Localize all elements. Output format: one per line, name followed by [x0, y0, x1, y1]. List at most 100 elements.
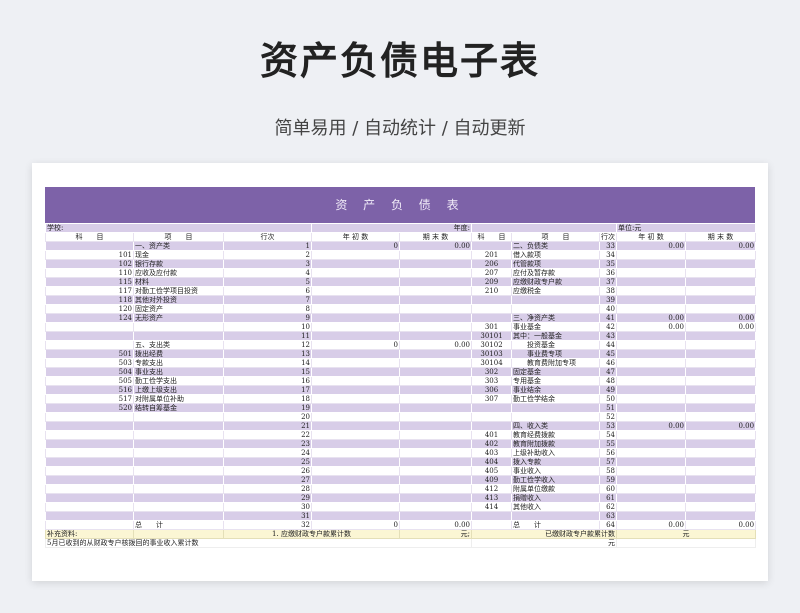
table-cell[interactable] — [471, 412, 513, 422]
table-cell[interactable] — [133, 511, 224, 521]
table-cell[interactable] — [616, 448, 687, 458]
table-cell[interactable] — [685, 448, 757, 458]
table-cell[interactable] — [616, 250, 687, 260]
table-cell[interactable]: 403 — [471, 448, 513, 458]
table-cell[interactable] — [511, 295, 601, 305]
table-cell[interactable] — [45, 475, 134, 485]
table-cell[interactable]: 事业基金 — [511, 322, 601, 332]
table-cell[interactable]: 402 — [471, 439, 513, 449]
table-cell[interactable]: 201 — [471, 250, 513, 260]
table-cell[interactable] — [45, 502, 134, 512]
table-cell[interactable]: 勤工俭学结余 — [511, 394, 601, 404]
table-cell[interactable]: 209 — [471, 277, 513, 287]
table-cell[interactable] — [616, 475, 687, 485]
table-cell[interactable] — [133, 448, 224, 458]
table-cell[interactable]: 捐赠收入 — [511, 493, 601, 503]
table-cell[interactable]: 14 — [223, 358, 312, 368]
table-cell[interactable] — [398, 421, 473, 431]
table-cell[interactable]: 26 — [223, 466, 312, 476]
table-cell[interactable] — [311, 421, 400, 431]
table-cell[interactable] — [685, 394, 757, 404]
table-cell[interactable] — [45, 322, 134, 332]
table-cell[interactable]: 0.00 — [616, 421, 687, 431]
table-cell[interactable]: 23 — [223, 439, 312, 449]
table-cell[interactable] — [133, 484, 224, 494]
table-cell[interactable]: 无形资产 — [133, 313, 224, 323]
table-cell[interactable] — [311, 313, 400, 323]
table-cell[interactable]: 事业收入 — [511, 466, 601, 476]
table-cell[interactable]: 210 — [471, 286, 513, 296]
table-cell[interactable] — [398, 250, 473, 260]
table-cell[interactable]: 37 — [599, 277, 618, 287]
table-cell[interactable]: 事业费专项 — [511, 349, 601, 359]
table-cell[interactable]: 501 — [45, 349, 134, 359]
table-cell[interactable]: 勤工俭学收入 — [511, 475, 601, 485]
table-cell[interactable]: 46 — [599, 358, 618, 368]
table-cell[interactable]: 49 — [599, 385, 618, 395]
table-cell[interactable] — [685, 430, 757, 440]
table-cell[interactable]: 30101 — [471, 331, 513, 341]
table-cell[interactable] — [616, 286, 687, 296]
table-cell[interactable]: 51 — [599, 403, 618, 413]
table-cell[interactable] — [616, 511, 687, 521]
table-cell[interactable]: 结转自筹基金 — [133, 403, 224, 413]
table-cell[interactable] — [398, 475, 473, 485]
table-cell[interactable] — [311, 286, 400, 296]
table-cell[interactable] — [398, 322, 473, 332]
table-cell[interactable] — [311, 367, 400, 377]
table-cell[interactable] — [616, 376, 687, 386]
table-cell[interactable]: 24 — [223, 448, 312, 458]
table-cell[interactable]: 二、负债类 — [511, 241, 601, 251]
table-cell[interactable] — [685, 331, 757, 341]
table-cell[interactable]: 其他收入 — [511, 502, 601, 512]
table-cell[interactable] — [511, 511, 601, 521]
table-cell[interactable]: 50 — [599, 394, 618, 404]
table-cell[interactable] — [398, 439, 473, 449]
table-cell[interactable]: 勤工俭学支出 — [133, 376, 224, 386]
table-cell[interactable]: 22 — [223, 430, 312, 440]
table-cell[interactable] — [685, 259, 757, 269]
table-cell[interactable]: 18 — [223, 394, 312, 404]
table-cell[interactable]: 52 — [599, 412, 618, 422]
table-cell[interactable] — [616, 349, 687, 359]
table-cell[interactable] — [311, 403, 400, 413]
table-cell[interactable]: 28 — [223, 484, 312, 494]
table-cell[interactable]: 三、净资产类 — [511, 313, 601, 323]
table-cell[interactable] — [311, 331, 400, 341]
table-cell[interactable]: 32 — [223, 520, 312, 530]
table-cell[interactable] — [398, 511, 473, 521]
table-cell[interactable]: 0.00 — [616, 241, 687, 251]
table-cell[interactable] — [616, 358, 687, 368]
table-cell[interactable]: 25 — [223, 457, 312, 467]
table-cell[interactable] — [45, 493, 134, 503]
table-cell[interactable]: 应收及应付款 — [133, 268, 224, 278]
table-cell[interactable] — [616, 259, 687, 269]
table-cell[interactable] — [511, 403, 601, 413]
table-cell[interactable] — [685, 385, 757, 395]
table-cell[interactable]: 0 — [311, 520, 400, 530]
table-cell[interactable] — [398, 331, 473, 341]
table-cell[interactable]: 16 — [223, 376, 312, 386]
table-cell[interactable]: 事业结余 — [511, 385, 601, 395]
table-cell[interactable] — [398, 430, 473, 440]
table-cell[interactable] — [311, 493, 400, 503]
table-cell[interactable] — [311, 250, 400, 260]
table-cell[interactable] — [311, 430, 400, 440]
table-cell[interactable] — [616, 268, 687, 278]
table-cell[interactable]: 27 — [223, 475, 312, 485]
table-cell[interactable]: 投资基金 — [511, 340, 601, 350]
table-cell[interactable]: 0.00 — [685, 313, 757, 323]
table-cell[interactable]: 19 — [223, 403, 312, 413]
table-cell[interactable]: 0.00 — [685, 421, 757, 431]
table-cell[interactable]: 一、资产类 — [133, 241, 224, 251]
table-cell[interactable] — [685, 511, 757, 521]
table-cell[interactable] — [311, 502, 400, 512]
table-cell[interactable] — [616, 340, 687, 350]
table-cell[interactable]: 事业支出 — [133, 367, 224, 377]
table-cell[interactable]: 102 — [45, 259, 134, 269]
table-cell[interactable]: 31 — [223, 511, 312, 521]
table-cell[interactable]: 0.00 — [616, 322, 687, 332]
table-cell[interactable] — [685, 268, 757, 278]
table-cell[interactable] — [45, 412, 134, 422]
table-cell[interactable]: 银行存款 — [133, 259, 224, 269]
